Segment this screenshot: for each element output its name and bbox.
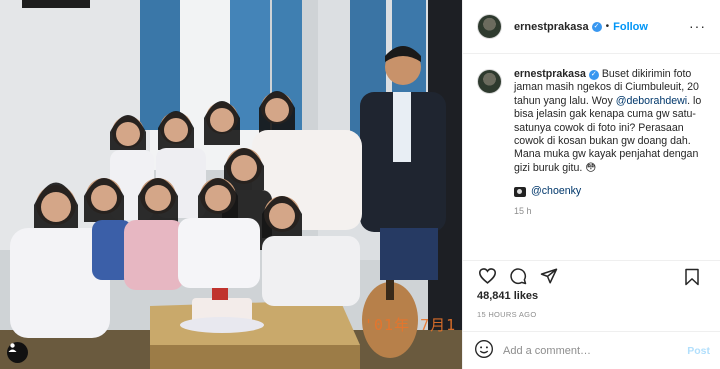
- heart-icon[interactable]: [476, 265, 498, 287]
- comment-input[interactable]: [503, 344, 673, 357]
- emoji-icon[interactable]: [474, 339, 494, 362]
- credit-mention-link[interactable]: @choenky: [531, 185, 581, 198]
- more-options-icon[interactable]: ···: [689, 19, 706, 33]
- caption-username[interactable]: ernestprakasa: [514, 68, 586, 80]
- author-username[interactable]: ernestprakasa: [514, 21, 589, 33]
- post-comment-button[interactable]: Post: [687, 345, 710, 357]
- likes-count[interactable]: 48,841 likes: [477, 290, 538, 302]
- verified-badge-icon: ✓: [591, 21, 602, 32]
- post-header: ernestprakasa ✓ • Follow ···: [463, 0, 720, 54]
- action-bar: [463, 260, 720, 290]
- follow-button[interactable]: Follow: [613, 21, 648, 33]
- comment-icon[interactable]: [507, 265, 529, 287]
- separator-dot: •: [605, 21, 610, 32]
- photo-credit: @choenky: [514, 185, 712, 198]
- bookmark-icon[interactable]: [681, 266, 703, 288]
- post-photo[interactable]: '01年 7月1: [0, 0, 462, 369]
- share-icon[interactable]: [538, 265, 560, 287]
- post-timestamp: 15 HOURS AGO: [477, 310, 537, 319]
- caption-mention-link[interactable]: @deborahdewi: [616, 95, 687, 107]
- comment-bar: Post: [463, 331, 720, 369]
- caption-avatar[interactable]: [477, 69, 502, 94]
- caption-body: ernestprakasa ✓ Buset dikirimin foto jama…: [514, 68, 712, 218]
- camera-icon: [514, 186, 526, 197]
- caption-time: 15 h: [514, 205, 532, 216]
- post-sidebar: ernestprakasa ✓ • Follow ··· ernestpraka…: [462, 0, 720, 369]
- caption: ernestprakasa ✓ Buset dikirimin foto jama…: [477, 68, 712, 218]
- author-avatar[interactable]: [477, 14, 502, 39]
- user-tags-icon[interactable]: [7, 342, 28, 363]
- verified-badge-icon: ✓: [588, 70, 599, 80]
- photo-date-stamp: '01年 7月1: [364, 316, 457, 334]
- instagram-post: '01年 7月1 ernestprakasa ✓ • Follow ··· er…: [0, 0, 720, 369]
